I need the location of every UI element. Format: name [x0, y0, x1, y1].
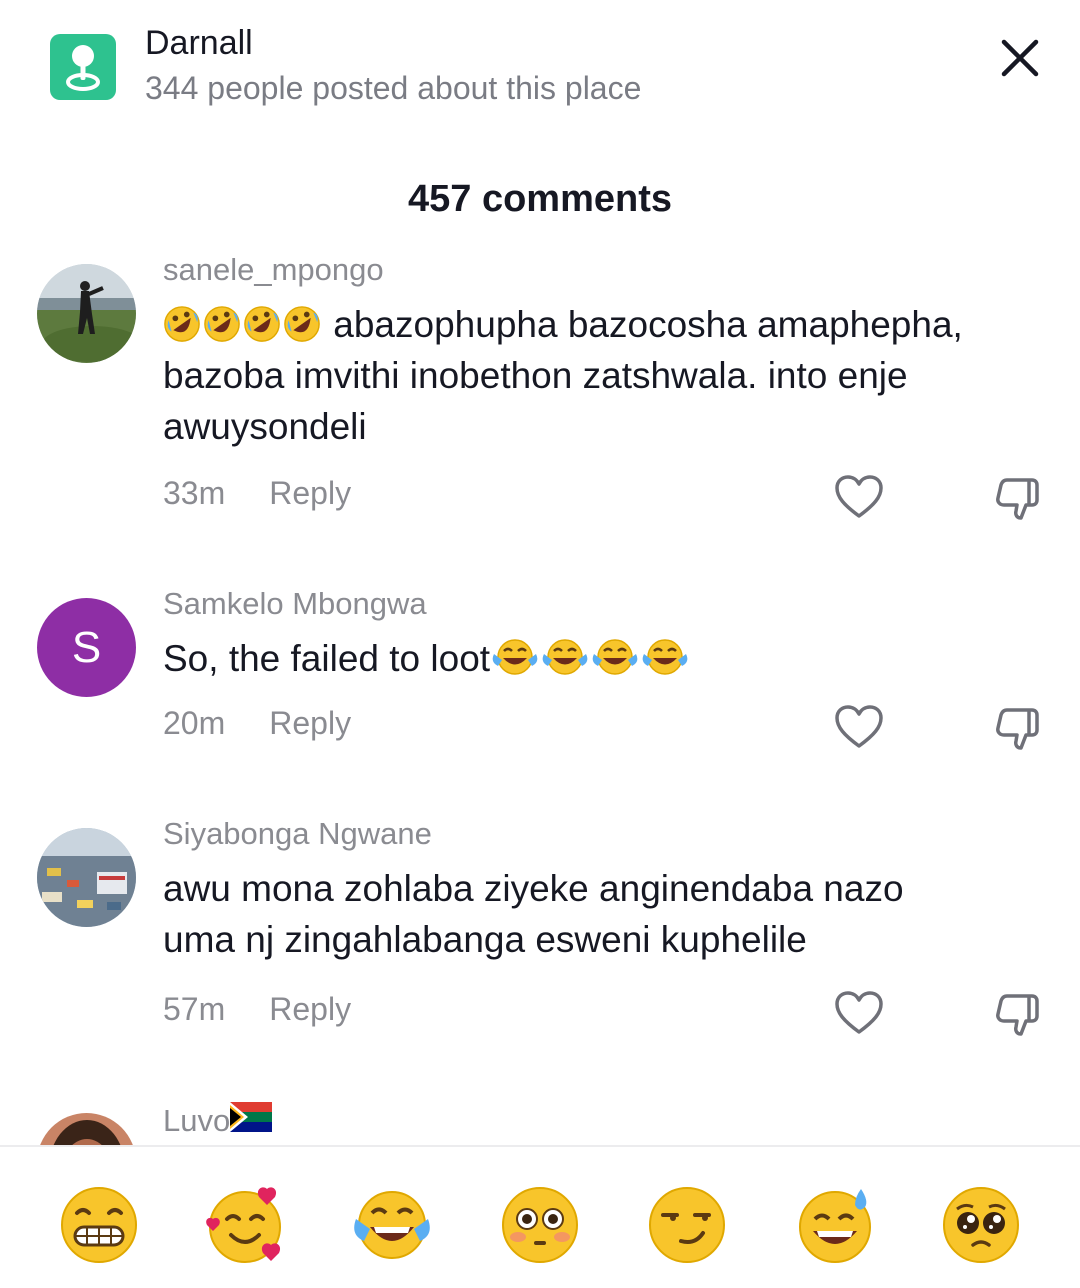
comment-username[interactable]: Siyabonga Ngwane [163, 816, 432, 852]
south-africa-flag-icon [230, 1102, 273, 1140]
close-icon[interactable] [992, 30, 1048, 86]
reply-button[interactable]: Reply [269, 705, 351, 742]
comment-text-line: abazophupha bazocosha [333, 304, 747, 345]
comment-item: Luvo [0, 1095, 1080, 1145]
smirk-emoji-icon[interactable] [647, 1185, 727, 1265]
joy-emoji-icon [640, 638, 690, 679]
joy-emoji-icon[interactable] [352, 1185, 432, 1265]
thumbs-down-icon[interactable] [994, 706, 1044, 752]
joy-emoji-icon [490, 638, 540, 679]
comment-text-line: uma nj zingahlabanga esweni kuphelile [163, 919, 807, 960]
comments-count: 457 comments [407, 178, 672, 220]
heart-icon[interactable] [834, 474, 884, 520]
place-name[interactable]: Darnall [145, 24, 253, 63]
joy-emoji-icon [590, 638, 640, 679]
sweat-smile-emoji-icon[interactable] [795, 1185, 875, 1265]
flushed-emoji-icon[interactable] [500, 1185, 580, 1265]
avatar[interactable] [37, 264, 136, 363]
comment-text-line: awu mona zohlaba ziyeke anginendaba nazo [163, 868, 904, 909]
avatar[interactable] [37, 828, 136, 927]
reply-button[interactable]: Reply [269, 475, 351, 512]
smiling-face-with-hearts-emoji-icon[interactable] [205, 1185, 285, 1265]
heart-icon[interactable] [834, 704, 884, 750]
rofl-emoji-icon [203, 304, 243, 345]
comment-username[interactable]: Samkelo Mbongwa [163, 586, 427, 622]
username-text: Luvo [163, 1103, 231, 1138]
map-pin-icon[interactable] [50, 34, 116, 100]
joy-emoji-icon [540, 638, 590, 679]
comments-sheet: Darnall 344 people posted about this pla… [0, 0, 1080, 1288]
grin-emoji-icon[interactable] [59, 1185, 139, 1265]
avatar[interactable] [37, 1113, 136, 1145]
comment-text-line: So, the failed to loot [163, 638, 491, 679]
comment-username[interactable]: sanele_mpongo [163, 252, 384, 288]
thumbs-down-icon[interactable] [994, 992, 1044, 1038]
comment-text: abazophupha bazocosha amaphepha, bazoba … [163, 299, 1043, 452]
reply-button[interactable]: Reply [269, 991, 351, 1028]
comment-text: awu mona zohlaba ziyeke anginendaba nazo… [163, 863, 1043, 965]
comment-meta: 20m Reply [163, 705, 351, 742]
rofl-emoji-icon [243, 304, 283, 345]
heart-icon[interactable] [834, 990, 884, 1036]
comment-time: 20m [163, 705, 226, 741]
comment-meta: 57m Reply [163, 991, 351, 1028]
comment-username[interactable]: Luvo [163, 1102, 273, 1140]
comment-time: 33m [163, 475, 226, 511]
avatar[interactable]: S [37, 598, 136, 697]
comment-meta: 33m Reply [163, 475, 351, 512]
pleading-emoji-icon[interactable] [941, 1185, 1021, 1265]
comment-text: So, the failed to loot [163, 633, 1043, 684]
rofl-emoji-icon [163, 304, 203, 345]
place-subtitle: 344 people posted about this place [145, 70, 642, 106]
comment-time: 57m [163, 991, 226, 1027]
avatar-letter: S [71, 622, 102, 672]
thumbs-down-icon[interactable] [994, 476, 1044, 522]
rofl-emoji-icon [283, 304, 323, 345]
